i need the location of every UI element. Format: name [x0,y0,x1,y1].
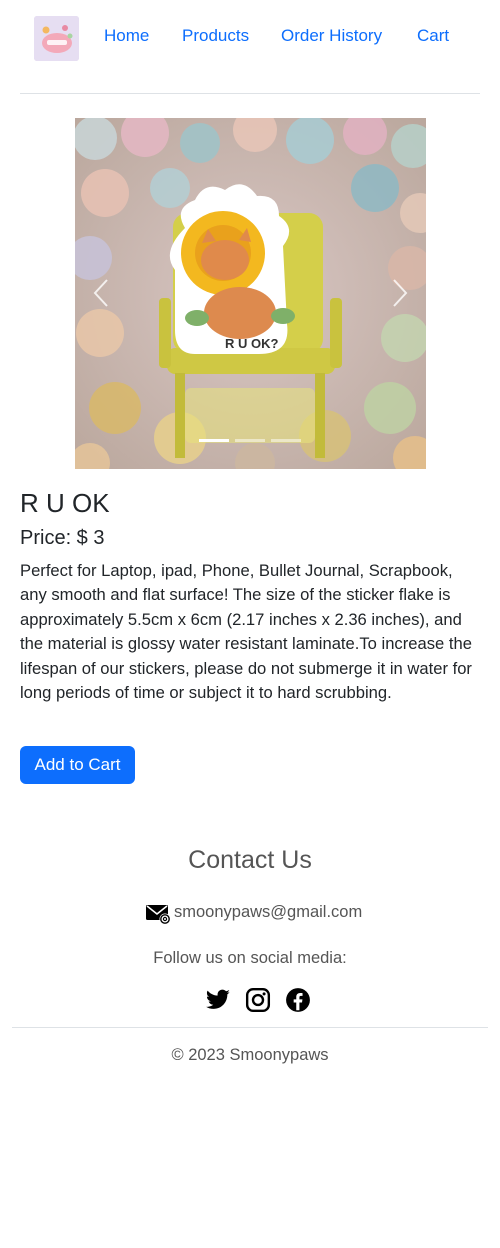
instagram-link[interactable] [245,987,271,1013]
facebook-icon [286,988,310,1012]
nav-cart[interactable]: Cart [417,26,449,46]
envelope-at-icon [146,905,171,925]
brand-logo[interactable] [34,16,79,61]
twitter-link[interactable] [205,987,231,1013]
carousel-next-button[interactable] [380,268,420,318]
facebook-link[interactable] [285,987,311,1013]
carousel-indicators [75,439,426,443]
product-description: Perfect for Laptop, ipad, Phone, Bullet … [20,561,472,703]
follow-text: Follow us on social media: [153,949,347,967]
carousel-indicator-2[interactable] [235,439,265,442]
chevron-left-icon [93,279,108,307]
carousel-indicator-1[interactable] [199,439,229,442]
twitter-icon [205,989,230,1009]
footer-divider [12,1027,488,1028]
sticker-text: R U OK? [225,336,279,351]
nav-products[interactable]: Products [182,26,249,46]
copyright-text: © 2023 Smoonypaws [171,1046,329,1064]
carousel-indicator-3[interactable] [271,439,301,442]
carousel-prev-button[interactable] [81,268,121,318]
logo-icon [34,16,79,61]
product-title: R U OK [20,488,110,518]
product-price: Price: $ 3 [20,527,105,549]
navbar: Home Products Order History Cart [0,0,500,72]
add-to-cart-button[interactable]: Add to Cart [20,746,135,784]
contact-title: Contact Us [188,846,312,874]
product-carousel[interactable]: R U OK? [75,118,426,469]
nav-order-history[interactable]: Order History [281,26,382,46]
product-image: R U OK? [75,118,426,469]
nav-home[interactable]: Home [104,26,149,46]
contact-email[interactable]: smoonypaws@gmail.com [174,903,362,922]
chevron-right-icon [393,279,408,307]
instagram-icon [245,987,271,1013]
header-divider [20,93,480,94]
